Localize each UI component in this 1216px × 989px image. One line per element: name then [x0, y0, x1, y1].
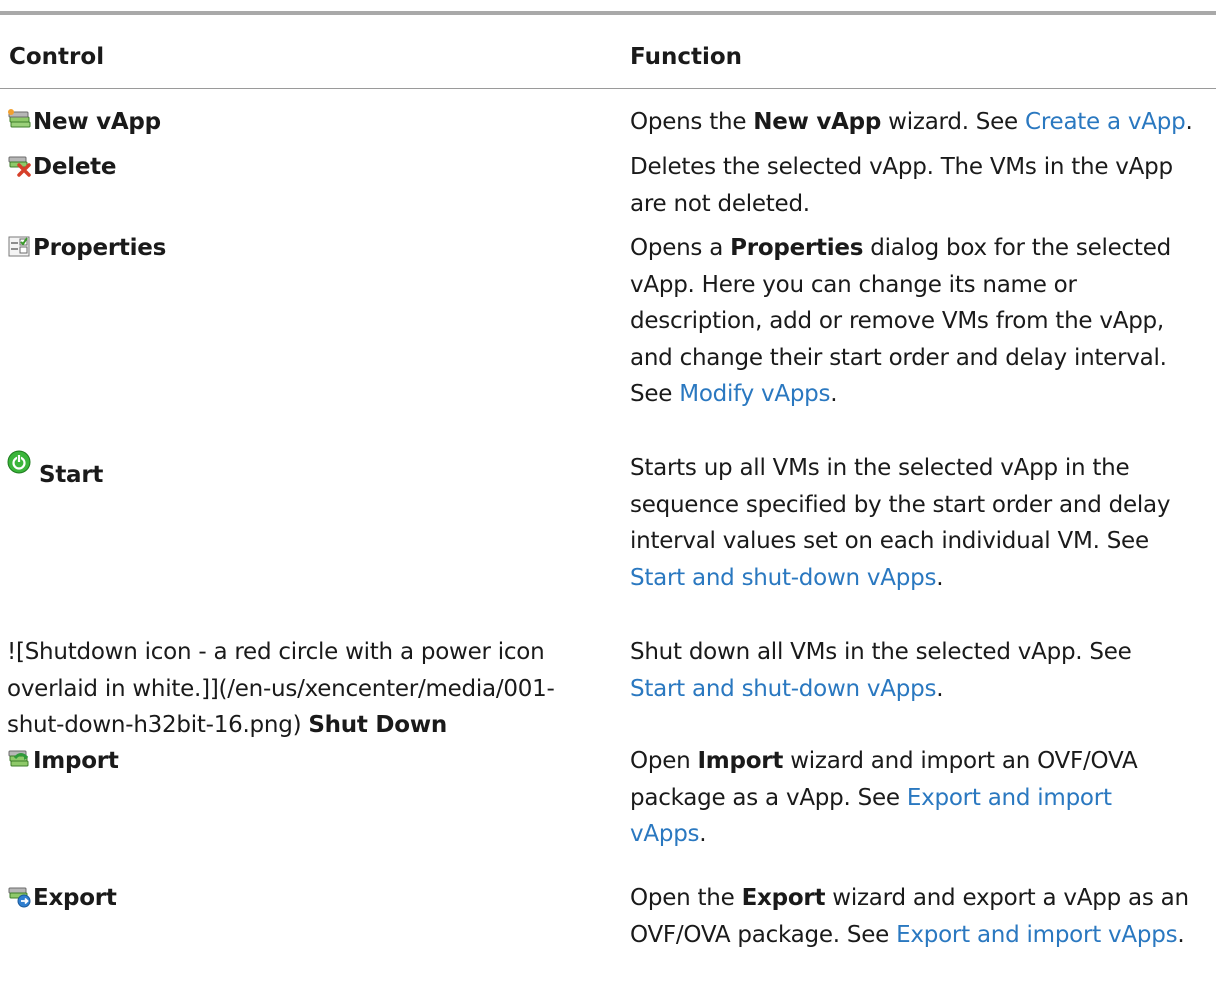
- import-icon: [7, 747, 31, 771]
- table-row-new-vapp-function: Opens the New vApp wizard. See Create a …: [630, 109, 1193, 135]
- table-row-start-function: Starts up all VMs in the selected vApp i…: [630, 455, 1171, 591]
- table-row-export-control: Export: [7, 880, 617, 917]
- start-shutdown-vapps-link[interactable]: Start and shut-down vApps: [630, 676, 936, 702]
- column-header-control: Control: [9, 44, 105, 70]
- table-row-delete-control: Delete: [7, 149, 617, 186]
- table-row-import-control: Import: [7, 743, 617, 780]
- table-row-export-function: Open the Export wizard and export a vApp…: [630, 885, 1189, 948]
- properties-icon: [7, 234, 31, 258]
- start-shutdown-vapps-link[interactable]: Start and shut-down vApps: [630, 565, 936, 591]
- control-label: New vApp: [33, 109, 161, 135]
- create-vapp-link[interactable]: Create a vApp: [1025, 109, 1186, 135]
- table-row-shutdown-function: Shut down all VMs in the selected vApp. …: [630, 639, 1132, 702]
- control-label: Import: [33, 748, 119, 774]
- control-label: Shut Down: [308, 712, 447, 739]
- new-vapp-icon: [7, 108, 31, 132]
- control-label: Properties: [33, 235, 167, 261]
- header-rule: [0, 88, 1216, 89]
- column-header-function: Function: [630, 44, 743, 70]
- control-label: Start: [39, 462, 104, 488]
- control-label: Delete: [33, 154, 117, 180]
- table-row-import-function: Open Import wizard and import an OVF/OVA…: [630, 748, 1138, 848]
- top-rule: [0, 11, 1216, 15]
- modify-vapps-link[interactable]: Modify vApps: [679, 381, 830, 407]
- export-import-vapps-link[interactable]: Export and import vApps: [896, 922, 1177, 948]
- table-row-properties-function: Opens a Properties dialog box for the se…: [630, 235, 1171, 408]
- table-row-shutdown-control: ![Shutdown icon - a red circle with a po…: [7, 639, 555, 739]
- start-icon: [7, 450, 31, 474]
- table-row-new-vapp-control: New vApp: [7, 104, 617, 141]
- table-row-start-control: Start: [7, 450, 617, 494]
- export-import-vapps-link-cont[interactable]: vApps: [630, 821, 700, 847]
- table-row-delete-function: Deletes the selected vApp. The VMs in th…: [630, 154, 1173, 217]
- table-row-properties-control: Properties: [7, 230, 617, 267]
- control-label: Export: [33, 885, 117, 911]
- delete-vapp-icon: [7, 153, 31, 177]
- export-import-vapps-link[interactable]: Export and import: [907, 785, 1112, 811]
- export-icon: [7, 884, 31, 908]
